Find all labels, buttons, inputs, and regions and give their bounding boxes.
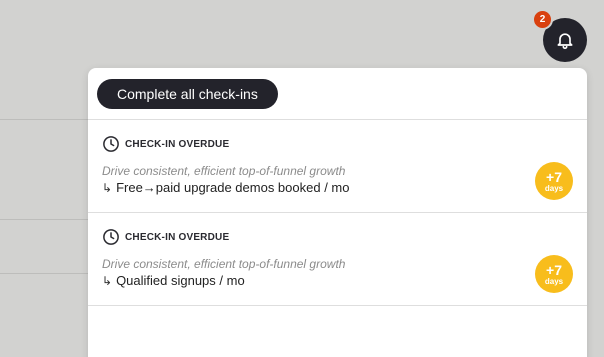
bell-icon <box>557 33 573 50</box>
return-arrow-icon: ↳ <box>102 180 113 195</box>
overdue-days-badge: +7 days <box>535 162 573 200</box>
clock-icon <box>103 136 119 152</box>
item-header: CHECK-IN OVERDUE <box>102 135 573 153</box>
clock-icon <box>103 229 119 245</box>
key-result-label: Qualified signups / mo <box>116 273 245 288</box>
key-result: ↳ Free→paid upgrade demos booked / mo <box>102 180 573 195</box>
overdue-days-value: +7 <box>546 168 562 185</box>
objective-text: Drive consistent, efficient top-of-funne… <box>102 257 346 271</box>
panel-header: Complete all check-ins <box>88 68 587 120</box>
notification-item[interactable]: CHECK-IN OVERDUE Drive consistent, effic… <box>88 120 587 213</box>
complete-all-checkins-button[interactable]: Complete all check-ins <box>97 79 278 109</box>
background-divider <box>0 219 88 220</box>
notification-item[interactable]: CHECK-IN OVERDUE Drive consistent, effic… <box>88 213 587 306</box>
item-header: CHECK-IN OVERDUE <box>102 228 573 246</box>
status-label: CHECK-IN OVERDUE <box>125 231 230 243</box>
overdue-days-value: +7 <box>546 261 562 278</box>
overdue-days-badge: +7 days <box>535 255 573 293</box>
overdue-days-unit: days <box>544 276 564 286</box>
notification-count-badge: 2 <box>532 9 553 30</box>
background-divider <box>0 119 88 120</box>
key-result: ↳ Qualified signups / mo <box>102 273 573 288</box>
objective-text: Drive consistent, efficient top-of-funne… <box>102 164 346 178</box>
key-result-label: Free→paid upgrade demos booked / mo <box>116 180 350 195</box>
background-divider <box>0 273 88 274</box>
return-arrow-icon: ↳ <box>102 273 113 288</box>
notifications-panel: Complete all check-ins CHECK-IN OVERDUE … <box>88 68 587 357</box>
overdue-days-unit: days <box>544 183 564 193</box>
status-label: CHECK-IN OVERDUE <box>125 138 230 150</box>
